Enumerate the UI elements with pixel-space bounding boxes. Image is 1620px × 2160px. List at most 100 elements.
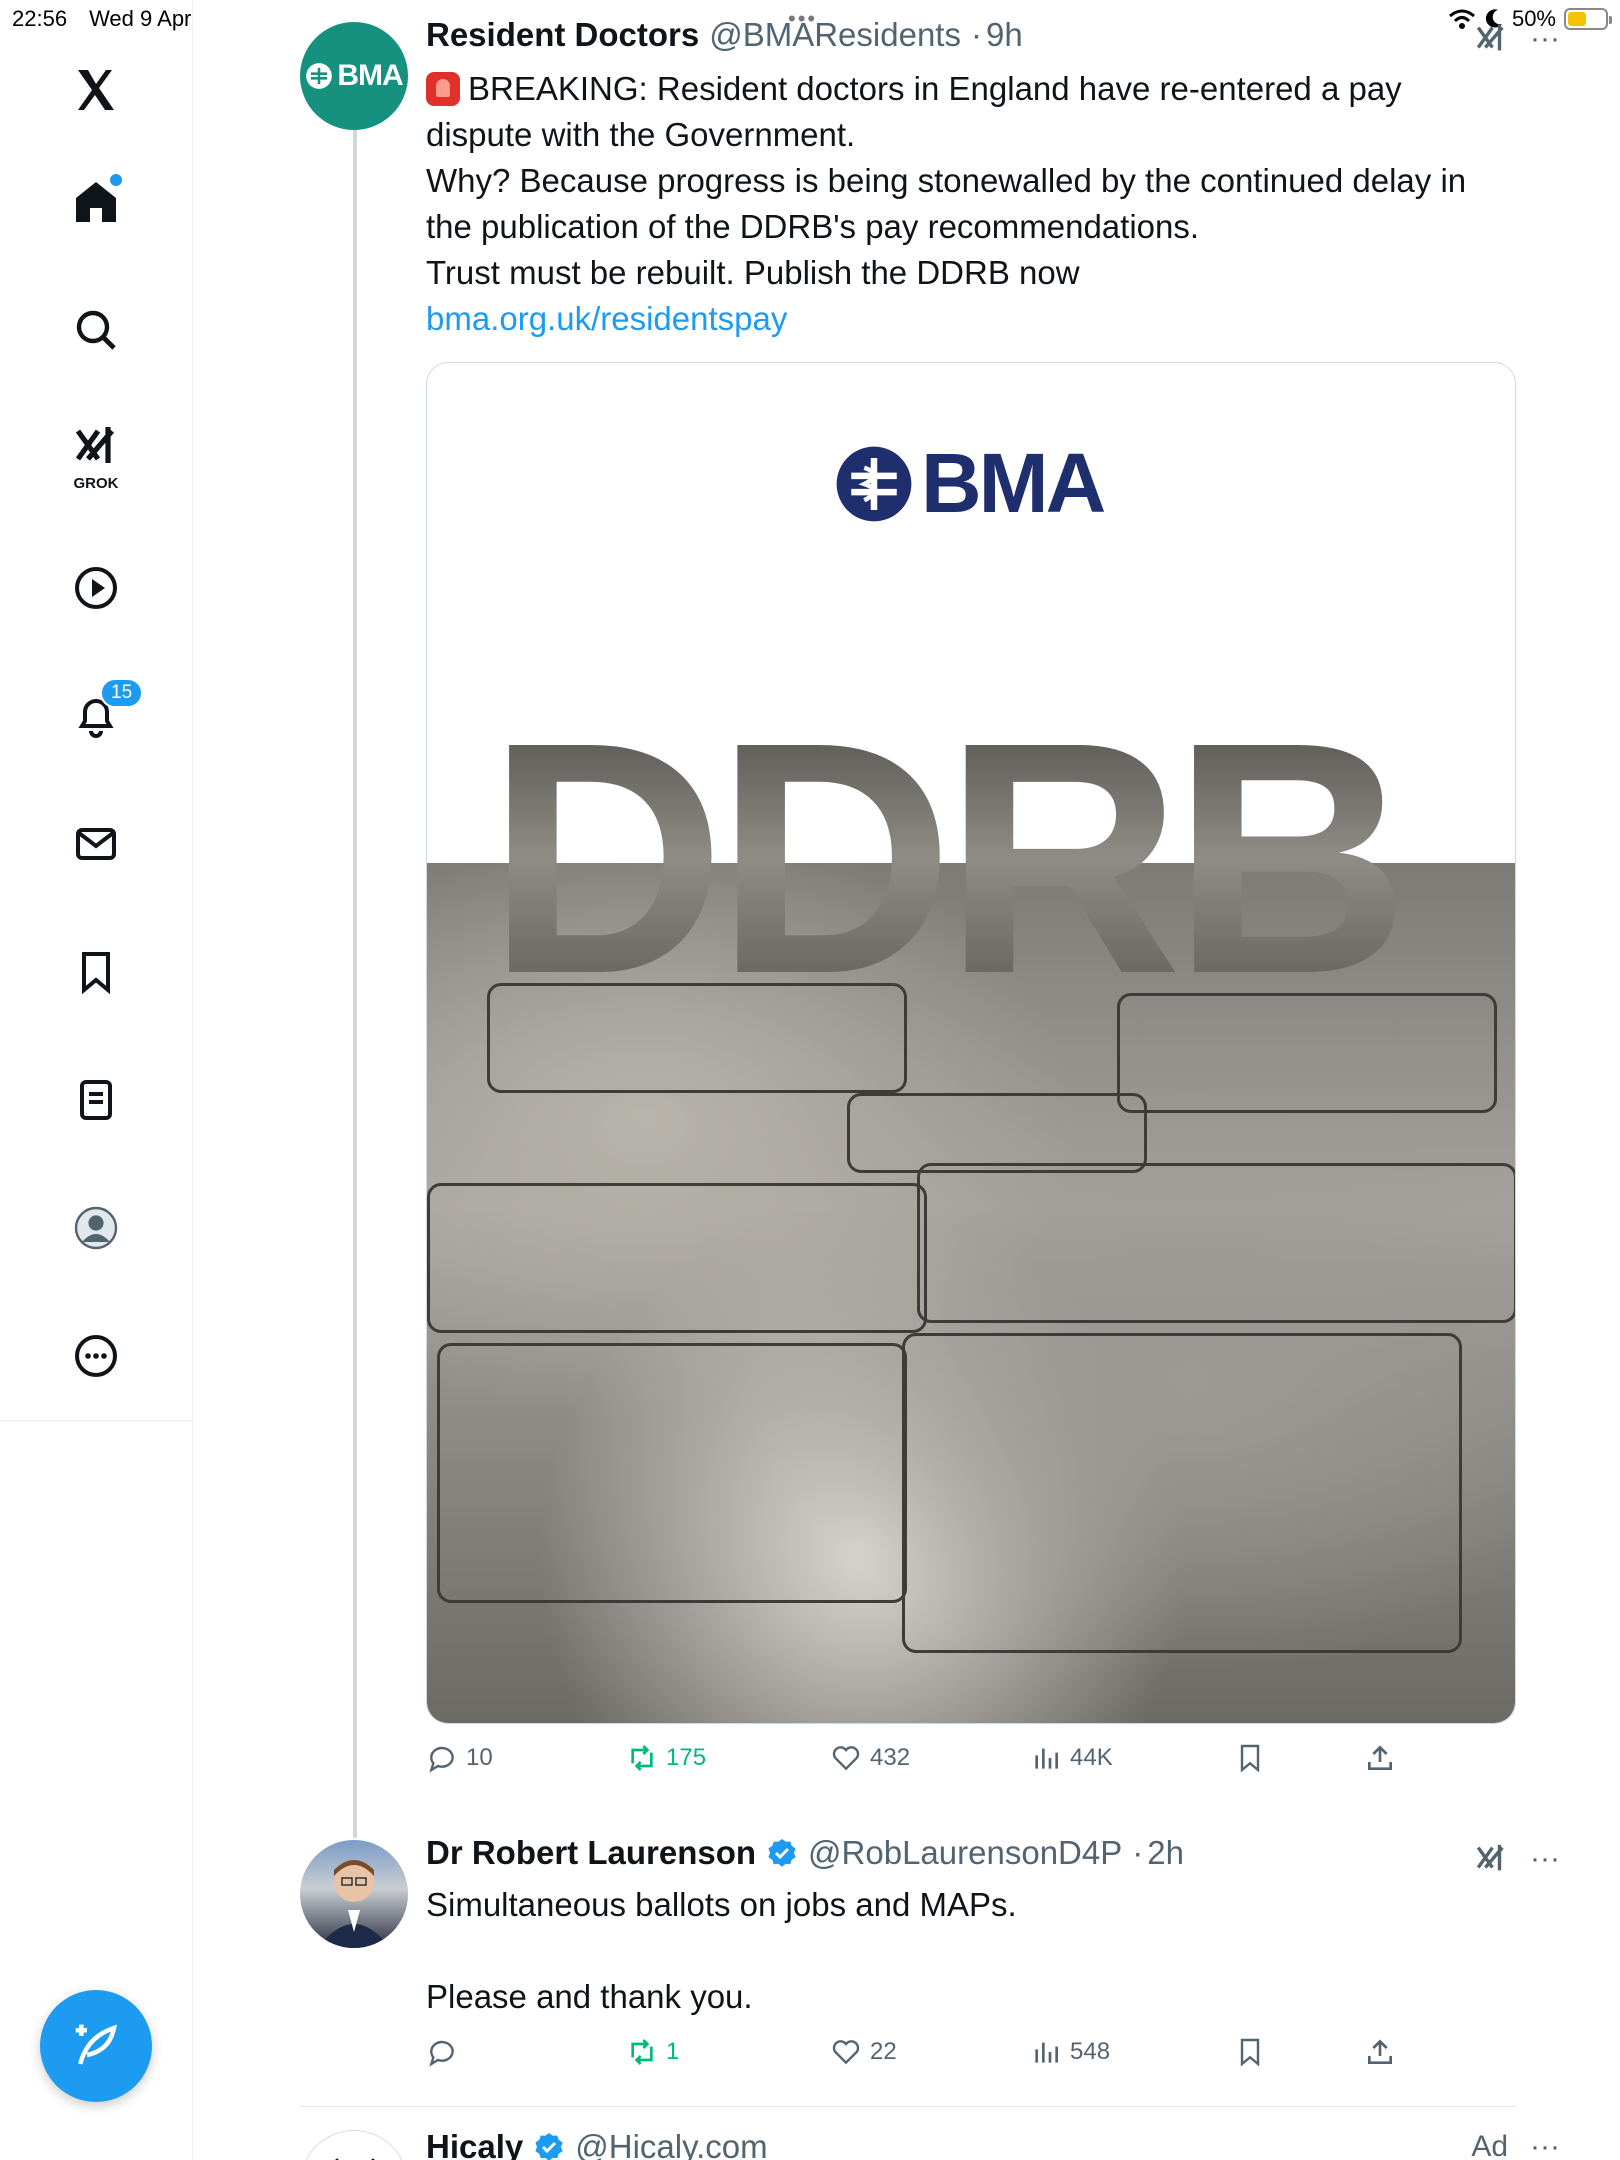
stone-block: [847, 1093, 1147, 1173]
like-count: 22: [870, 2038, 897, 2065]
author-handle[interactable]: @RobLaurensonD4P: [808, 1834, 1122, 1872]
sidebar-item-more[interactable]: [56, 1316, 136, 1396]
tweet-avatar-hicaly[interactable]: [300, 2130, 408, 2160]
like-button[interactable]: 22: [830, 2036, 897, 2068]
media-bma-logo: BMA: [835, 435, 1106, 532]
repost-icon: [631, 1745, 653, 1771]
grok-icon[interactable]: [1474, 22, 1508, 56]
tweet-media[interactable]: BMA DDRB: [426, 362, 1516, 1724]
sidebar-item-explore[interactable]: [56, 290, 136, 370]
media-logo-text: BMA: [921, 436, 1106, 530]
tweet-line-1: Simultaneous ballots on jobs and MAPs.: [426, 1886, 1017, 1923]
author-handle[interactable]: @Hicaly.com: [575, 2128, 767, 2160]
compose-button[interactable]: [40, 1990, 152, 2102]
play-icon: [75, 567, 117, 609]
sidebar-item-bookmarks[interactable]: [56, 932, 136, 1012]
sidebar-divider: [0, 1420, 193, 1421]
separator-dot: ·: [1132, 1834, 1144, 1871]
tweet-line-1: BREAKING: Resident doctors in England ha…: [426, 66, 1516, 158]
battery-icon: [1564, 8, 1612, 30]
reply-icon: [429, 2040, 454, 2067]
tweet-link[interactable]: bma.org.uk/residentspay: [426, 296, 1516, 342]
repost-count: 1: [666, 2038, 680, 2065]
tweet-time[interactable]: 9h: [986, 16, 1023, 54]
notifications-badge: 15: [100, 678, 144, 708]
share-button[interactable]: [1364, 1742, 1396, 1774]
reply-button[interactable]: 10: [426, 1742, 493, 1774]
repost-icon: [631, 2039, 653, 2065]
bookmark-button[interactable]: [1234, 2036, 1266, 2068]
bookmark-icon: [1240, 1744, 1260, 1773]
tweet-separator: [300, 2106, 1516, 2107]
more-icon: [75, 1335, 117, 1377]
share-icon: [1368, 2039, 1392, 2064]
repost-button[interactable]: 175: [626, 1742, 706, 1774]
views-icon: [1035, 1748, 1058, 1769]
tweet-line-3: Trust must be rebuilt. Publish the DDRB …: [426, 254, 1080, 291]
avatar-icon: [74, 1206, 118, 1250]
repost-button[interactable]: 1: [626, 2036, 679, 2068]
reply-count: 10: [466, 1744, 493, 1771]
grok-icon[interactable]: [1474, 1842, 1508, 1876]
heart-icon: [832, 2040, 860, 2065]
tweet-body: Simultaneous ballots on jobs and MAPs. P…: [426, 1882, 1516, 2020]
stone-block: [917, 1163, 1515, 1323]
list-icon: [80, 1080, 112, 1120]
more-options-icon[interactable]: ···: [1530, 1842, 1560, 1876]
share-button[interactable]: [1364, 2036, 1396, 2068]
stone-block: [427, 1183, 927, 1333]
avatar-text: BMA: [337, 59, 403, 92]
grok-label: GROK: [73, 475, 119, 492]
views-icon: [1035, 2042, 1058, 2063]
heart-icon: [832, 1746, 860, 1771]
tweet-text-1: BREAKING: Resident doctors in England ha…: [426, 70, 1402, 153]
bookmark-icon: [1240, 2038, 1260, 2067]
stone-block: [437, 1343, 907, 1603]
author-name[interactable]: Resident Doctors: [426, 16, 699, 54]
views-count: 548: [1070, 2038, 1111, 2065]
sidebar-item-lists[interactable]: [56, 1060, 136, 1140]
views-button[interactable]: 44K: [1030, 1742, 1113, 1774]
siren-emoji-icon: [426, 72, 460, 106]
bookmark-button[interactable]: [1234, 1742, 1266, 1774]
compose-icon: [75, 2024, 117, 2065]
more-options-icon[interactable]: ···: [1530, 22, 1560, 56]
x-logo-icon: [78, 70, 114, 110]
sidebar-item-profile[interactable]: [56, 1188, 136, 1268]
tweet-avatar-bma[interactable]: BMA: [300, 22, 408, 130]
author-handle[interactable]: @BMAResidents: [709, 16, 961, 54]
tweet-avatar-robert[interactable]: [300, 1840, 408, 1948]
wifi-icon: [1448, 9, 1475, 29]
sidebar: GROK 15: [0, 0, 193, 2160]
tweet-actions: 10 175 432 44K: [426, 1742, 1426, 1782]
reply-button[interactable]: [426, 2036, 458, 2068]
sidebar-item-notifications[interactable]: 15: [56, 676, 144, 756]
tweet-actions: 1 22 548: [426, 2036, 1426, 2076]
tweet-header: Resident Doctors @BMAResidents · 9h: [426, 16, 1023, 54]
tweet-header: Dr Robert Laurenson @RobLaurensonD4P · 2…: [426, 1834, 1184, 1872]
sidebar-item-home[interactable]: [56, 162, 136, 242]
tweet-line-2: Why? Because progress is being stonewall…: [426, 162, 1467, 245]
author-name[interactable]: Hicaly: [426, 2128, 523, 2160]
views-button[interactable]: 548: [1030, 2036, 1110, 2068]
bma-emblem-icon: [306, 63, 333, 89]
share-icon: [1368, 1745, 1392, 1770]
like-button[interactable]: 432: [830, 1742, 910, 1774]
sidebar-item-grok[interactable]: GROK: [56, 415, 136, 495]
search-icon: [76, 310, 116, 350]
x-logo-button[interactable]: [56, 50, 136, 130]
like-count: 432: [870, 1744, 911, 1771]
sidebar-item-messages[interactable]: [56, 804, 136, 884]
views-count: 44K: [1070, 1744, 1113, 1771]
stone-block: [902, 1333, 1462, 1653]
tweet-header: Hicaly @Hicaly.com: [426, 2128, 768, 2160]
more-options-icon[interactable]: ···: [1530, 2130, 1560, 2160]
tweet-corner-actions: ···: [1474, 22, 1560, 56]
sidebar-item-videos[interactable]: [56, 548, 136, 628]
tweet-body: BREAKING: Resident doctors in England ha…: [426, 66, 1516, 342]
tweet-line-2: Please and thank you.: [426, 1978, 753, 2015]
grok-icon: [75, 427, 114, 463]
tweet-time[interactable]: 2h: [1147, 1834, 1184, 1872]
author-name[interactable]: Dr Robert Laurenson: [426, 1834, 756, 1872]
tweet-corner-actions: Ad ···: [1471, 2130, 1560, 2160]
